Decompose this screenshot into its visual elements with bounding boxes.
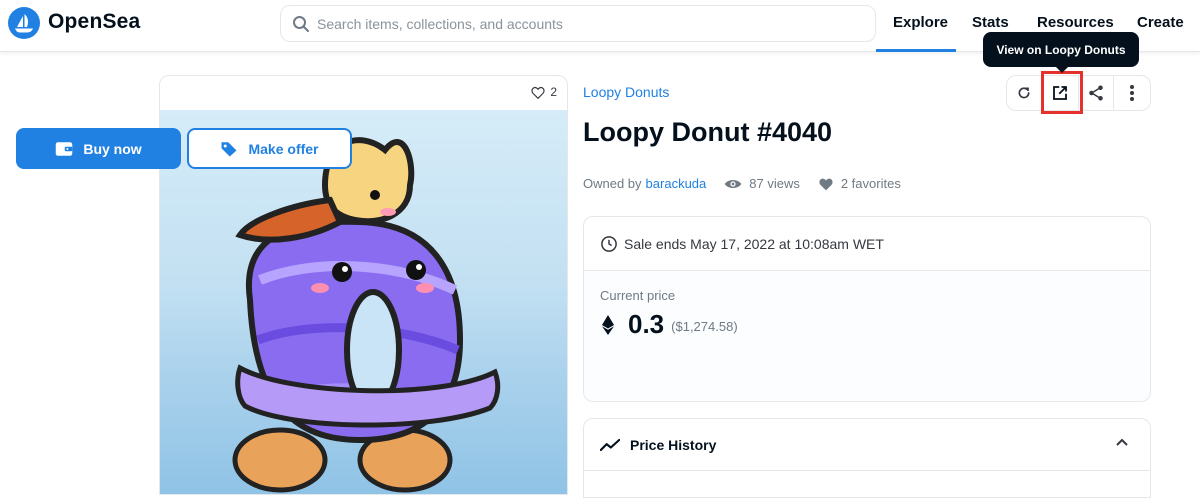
asset-title: Loopy Donut #4040 — [583, 117, 833, 147]
clock-icon — [601, 235, 617, 252]
opensea-logo-icon[interactable] — [8, 7, 40, 39]
price-section: Current price 0.3 ($1,274.58) — [584, 271, 1150, 401]
favorites-total: 2 favorites — [840, 176, 901, 191]
sale-ends-text: Sale ends May 17, 2022 at 10:08am WET — [624, 235, 884, 252]
price-history-header[interactable]: Price History — [584, 419, 1150, 471]
eye-icon — [725, 179, 742, 188]
sale-panel: Sale ends May 17, 2022 at 10:08am WET Cu… — [583, 216, 1151, 402]
collection-link[interactable]: Loopy Donuts — [583, 84, 669, 100]
refresh-icon — [1018, 87, 1030, 99]
trending-icon — [600, 438, 620, 451]
ethereum-icon — [602, 314, 614, 335]
owned-by-label: Owned by — [583, 176, 642, 191]
price-history-label: Price History — [630, 436, 717, 453]
refresh-button[interactable] — [1007, 76, 1043, 110]
favorite-toggle[interactable]: 2 — [531, 85, 557, 99]
chevron-up-icon[interactable] — [1116, 438, 1128, 446]
heart-outline-icon — [531, 86, 545, 99]
make-offer-label: Make offer — [248, 140, 319, 157]
highlight-box — [1041, 71, 1083, 114]
share-icon — [1089, 85, 1103, 101]
buy-now-button[interactable]: Buy now — [16, 128, 181, 169]
nav-explore[interactable]: Explore — [893, 14, 948, 31]
share-button[interactable] — [1079, 76, 1115, 110]
buy-now-label: Buy now — [83, 140, 142, 157]
favorites-stat: 2 favorites — [818, 176, 901, 191]
heart-icon — [819, 178, 833, 190]
tooltip: View on Loopy Donuts — [983, 32, 1139, 73]
views-stat: 87 views — [724, 176, 800, 191]
views-count: 87 views — [749, 176, 800, 191]
current-price-label: Current price — [600, 288, 676, 303]
nav-stats[interactable]: Stats — [972, 14, 1009, 31]
price-value: 0.3 — [628, 309, 665, 339]
price-history-panel: Price History — [583, 418, 1151, 498]
nav-create[interactable]: Create — [1137, 14, 1184, 31]
active-tab-indicator — [876, 49, 956, 52]
more-vertical-icon — [1130, 85, 1135, 101]
more-options-button[interactable] — [1114, 76, 1150, 110]
brand-name[interactable]: OpenSea — [48, 10, 140, 34]
sale-end-row: Sale ends May 17, 2022 at 10:08am WET — [584, 217, 1150, 271]
wallet-icon — [56, 141, 73, 156]
owner-link[interactable]: barackuda — [646, 176, 707, 191]
make-offer-button[interactable]: Make offer — [187, 128, 352, 169]
search-icon — [293, 16, 309, 32]
favorites-count: 2 — [550, 85, 557, 99]
search-input[interactable] — [317, 12, 857, 36]
search-bar[interactable] — [280, 5, 876, 42]
nav-resources[interactable]: Resources — [1037, 14, 1114, 31]
tag-icon — [221, 141, 237, 156]
asset-meta-row: Owned by barackuda 87 views 2 favorites — [583, 176, 901, 191]
price-usd: ($1,274.58) — [671, 319, 738, 334]
price-row: 0.3 ($1,274.58) — [602, 309, 738, 340]
